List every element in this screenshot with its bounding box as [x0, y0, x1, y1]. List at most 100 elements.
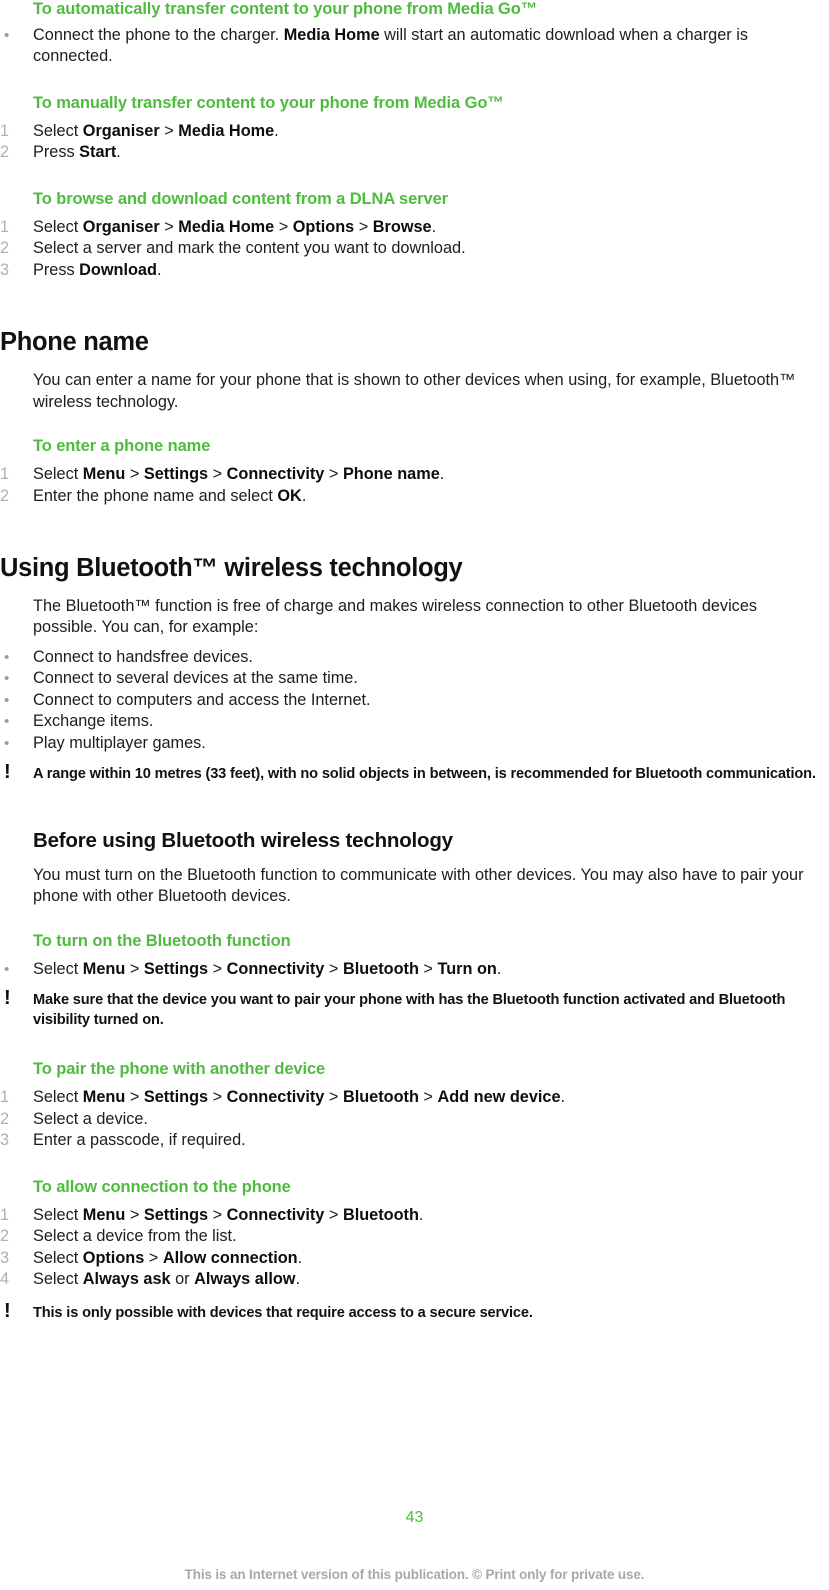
list-item-text: Connect to several devices at the same t…: [33, 669, 358, 688]
ui-term: Add new device: [437, 1088, 561, 1107]
list-item-text: Connect to computers and access the Inte…: [33, 690, 371, 709]
text-fragment: .: [156, 260, 162, 279]
page-number: 43: [405, 1509, 424, 1526]
note-text: This is only possible with devices that …: [33, 1304, 533, 1321]
list-item-text: Select Organiser > Media Home > Options …: [33, 218, 436, 236]
ui-term: Menu: [82, 465, 126, 484]
bullet-icon: •: [4, 26, 10, 44]
ui-term: Organiser: [82, 217, 160, 236]
list-item-text: Select Menu > Settings > Connectivity > …: [33, 465, 444, 483]
text-fragment: Select: [33, 1270, 83, 1289]
procedure-heading-pair-device: To pair the phone with another device: [33, 1060, 326, 1079]
text-fragment: Press: [33, 143, 80, 162]
ui-term: Menu: [82, 959, 126, 978]
list-item-text: Exchange items.: [33, 712, 154, 731]
numbered-list-manual-transfer: 1 Select Organiser > Media Home. 2 Press…: [0, 121, 821, 164]
numbered-list-pair-device: 1 Select Menu > Settings > Connectivity …: [0, 1087, 821, 1152]
list-item-text: Play multiplayer games.: [33, 733, 206, 752]
text-fragment: Select: [33, 1248, 83, 1267]
ui-term: Connectivity: [226, 465, 325, 484]
ui-term: Start: [79, 143, 117, 162]
list-item: • Connect to several devices at the same…: [0, 668, 821, 690]
path-separator: >: [418, 959, 438, 978]
list-number: 1: [0, 465, 10, 484]
ui-term: Always allow: [194, 1270, 296, 1289]
bullet-list-auto-transfer: • Connect the phone to the charger. Medi…: [0, 25, 821, 68]
numbered-list-enter-phone-name: 1 Select Menu > Settings > Connectivity …: [0, 464, 821, 507]
text-fragment: Select: [33, 217, 83, 236]
text-fragment: Select: [33, 121, 83, 140]
bullet-icon: •: [4, 713, 10, 731]
ui-term: Menu: [82, 1088, 126, 1107]
ui-term: Organiser: [82, 121, 160, 140]
path-separator: >: [324, 1205, 343, 1224]
ui-term: Media Home: [178, 217, 275, 236]
section-paragraph-phone-name: You can enter a name for your phone that…: [33, 371, 796, 411]
section-title-phone-name: Phone name: [0, 328, 149, 357]
path-separator: >: [354, 217, 373, 236]
procedure-heading-turn-on-bluetooth: To turn on the Bluetooth function: [33, 931, 291, 950]
text-fragment: Select: [33, 1088, 83, 1107]
path-separator: >: [208, 465, 227, 484]
ui-term: Settings: [143, 959, 209, 978]
list-item: • Exchange items.: [0, 711, 821, 733]
path-separator: >: [324, 1088, 343, 1107]
list-item: • Connect to computers and access the In…: [0, 690, 821, 712]
list-item-text: Select a device from the list.: [33, 1227, 237, 1246]
list-item: 2 Enter the phone name and select OK.: [0, 486, 821, 508]
subsection-paragraph-before-using-bluetooth: You must turn on the Bluetooth function …: [33, 865, 804, 906]
text-fragment: .: [297, 1248, 303, 1267]
ui-term: Connectivity: [226, 959, 325, 978]
procedure-heading-auto-transfer: To automatically transfer content to you…: [33, 0, 538, 18]
list-item: • Connect to handsfree devices.: [0, 647, 821, 669]
path-separator: >: [125, 465, 144, 484]
ui-term: Bluetooth: [342, 1088, 419, 1107]
list-number: 1: [0, 217, 10, 236]
procedure-heading-manual-transfer: To manually transfer content to your pho…: [33, 93, 504, 112]
list-item-text: Press Download.: [33, 261, 161, 279]
note-block-bluetooth-range: ! A range within 10 metres (33 feet), wi…: [0, 762, 821, 784]
ui-term: Download: [79, 260, 157, 279]
list-item-text: Select Menu > Settings > Connectivity > …: [33, 960, 501, 978]
exclamation-icon: !: [4, 987, 11, 1010]
note-block-secure-service: ! This is only possible with devices tha…: [0, 1301, 821, 1323]
path-separator: >: [159, 217, 179, 236]
text-fragment: Press: [33, 260, 80, 279]
ui-term: Bluetooth: [342, 1205, 419, 1224]
text-fragment: .: [496, 959, 502, 978]
section-paragraph-using-bluetooth: The Bluetooth™ function is free of charg…: [33, 596, 758, 637]
text-fragment: Select: [33, 1205, 83, 1224]
note-text: A range within 10 metres (33 feet), with…: [33, 766, 816, 783]
list-number: 1: [0, 1088, 10, 1107]
ui-term: Media Home: [178, 121, 275, 140]
list-item: 1 Select Organiser > Media Home > Option…: [0, 217, 821, 239]
ui-term: Menu: [82, 1205, 126, 1224]
list-number: 3: [0, 1248, 10, 1267]
note-block-pair-visibility: ! Make sure that the device you want to …: [0, 987, 821, 1030]
list-item: • Select Menu > Settings > Connectivity …: [0, 959, 821, 981]
document-page: To automatically transfer content to you…: [0, 0, 829, 1590]
path-separator: >: [208, 959, 227, 978]
text-fragment: Enter the phone name and select: [33, 486, 278, 505]
ui-term: Media Home: [283, 25, 380, 44]
list-number: 2: [0, 143, 10, 162]
list-item: 2 Press Start.: [0, 142, 821, 164]
list-item: 1 Select Menu > Settings > Connectivity …: [0, 1205, 821, 1227]
path-separator: >: [418, 1088, 438, 1107]
bullet-icon: •: [4, 648, 10, 666]
list-item-text: Connect to handsfree devices.: [33, 647, 253, 666]
path-separator: >: [125, 1205, 144, 1224]
